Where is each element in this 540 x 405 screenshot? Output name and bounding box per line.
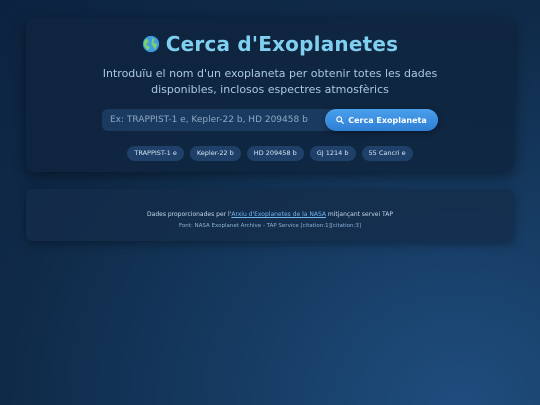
data-credit: Dades proporcionades per l'Arxiu d'Exopl… xyxy=(26,211,514,218)
data-source: Font: NASA Exoplanet Archive - TAP Servi… xyxy=(178,223,362,229)
search-icon xyxy=(336,116,345,124)
example-chip[interactable]: TRAPPIST-1 e xyxy=(127,146,184,161)
example-chip[interactable]: GJ 1214 b xyxy=(309,146,356,161)
page-title: Cerca d'Exoplanetes xyxy=(26,32,514,56)
example-chip[interactable]: 55 Cancri e xyxy=(361,146,413,161)
example-chip[interactable]: Kepler-22 b xyxy=(189,146,241,161)
example-chip[interactable]: HD 209458 b xyxy=(246,146,304,161)
credit-prefix: Dades proporcionades per l' xyxy=(147,211,232,218)
search-button[interactable]: Cerca Exoplaneta xyxy=(325,109,438,131)
footer-card: Dades proporcionades per l'Arxiu d'Exopl… xyxy=(26,189,514,241)
example-chips: TRAPPIST-1 e Kepler-22 b HD 209458 b GJ … xyxy=(26,146,514,161)
page-subtitle: Introduïu el nom d'un exoplaneta per obt… xyxy=(102,67,438,96)
search-button-label: Cerca Exoplaneta xyxy=(348,115,427,125)
page-title-text: Cerca d'Exoplanetes xyxy=(165,32,399,56)
globe-icon xyxy=(142,35,159,53)
search-panel: Cerca d'Exoplanetes Introduïu el nom d'u… xyxy=(26,18,514,172)
search-input[interactable] xyxy=(102,109,336,131)
credit-suffix: mitjançant servei TAP xyxy=(325,211,393,218)
nasa-archive-link[interactable]: Arxiu d'Exoplanetes de la NASA xyxy=(231,211,326,218)
